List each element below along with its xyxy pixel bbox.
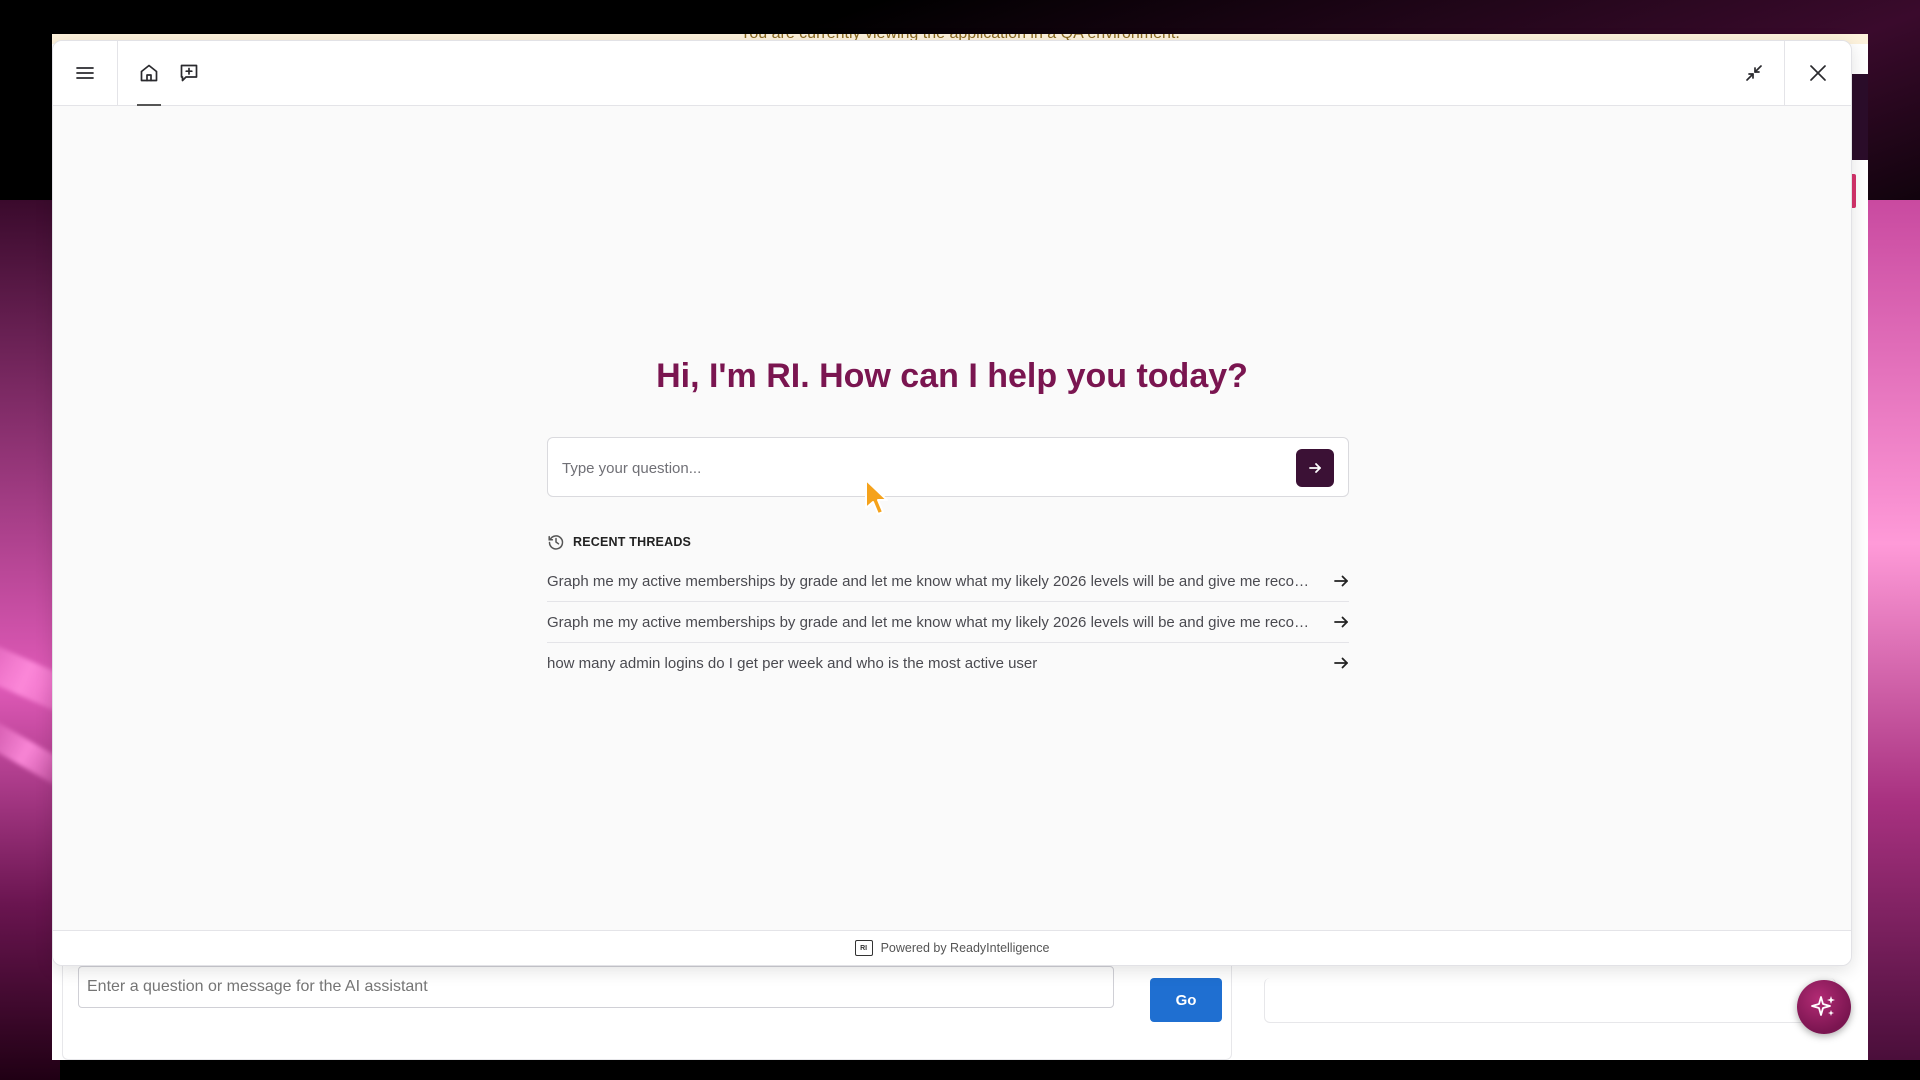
sparkles-icon [1811,996,1835,1016]
greeting-title: Hi, I'm RI. How can I help you today? [656,357,1248,395]
ai-assistant-launcher-button[interactable] [1797,980,1851,1034]
background-assistant-input[interactable] [78,966,1114,1008]
question-box [547,437,1349,498]
wallpaper-glow-left [0,200,60,1080]
recent-threads-header: RECENT THREADS [547,533,691,551]
arrow-right-icon [1334,616,1348,628]
arrow-right-icon [1309,463,1321,473]
arrow-right-icon [1334,575,1348,587]
menu-button[interactable] [53,41,118,105]
ri-assistant-modal: Hi, I'm RI. How can I help you today? RE… [52,40,1852,966]
arrow-right-icon [1334,657,1348,669]
thread-open-arrow [1333,614,1349,635]
cursor-pointer-icon [865,479,888,515]
thread-title: how many admin logins do I get per week … [547,654,1038,672]
recent-threads-label: RECENT THREADS [573,535,692,549]
history-clock-icon [548,535,564,550]
readyintelligence-logo: RI [854,940,873,956]
close-button[interactable] [1784,41,1851,105]
background-go-button[interactable]: Go [1150,978,1222,1022]
new-chat-icon [180,64,198,82]
thread-open-arrow [1333,655,1349,676]
question-input[interactable] [560,438,1284,498]
minimize-button[interactable] [1723,41,1785,105]
modal-header [53,41,1851,106]
thread-item[interactable]: how many admin logins do I get per week … [547,643,1349,683]
powered-by-text: Powered by ReadyIntelligence [880,941,1050,955]
send-button[interactable] [1296,449,1334,487]
home-tab[interactable] [127,41,171,106]
background-side-card [1264,978,1836,1023]
thread-title: Graph me my active memberships by grade … [547,572,1317,590]
thread-item[interactable]: Graph me my active memberships by grade … [547,561,1349,602]
home-icon [140,64,158,82]
thread-item[interactable]: Graph me my active memberships by grade … [547,602,1349,643]
thread-open-arrow [1333,573,1349,594]
modal-footer: RI Powered by ReadyIntelligence [53,930,1851,965]
new-thread-tab[interactable] [167,41,211,105]
thread-title: Graph me my active memberships by grade … [547,613,1317,631]
mouse-cursor [864,478,890,523]
close-icon [1810,65,1826,81]
hamburger-menu-icon [76,67,94,79]
recent-thread-list: Graph me my active memberships by grade … [547,561,1349,683]
active-tab-indicator [137,104,161,106]
minimize-icon [1746,65,1762,81]
